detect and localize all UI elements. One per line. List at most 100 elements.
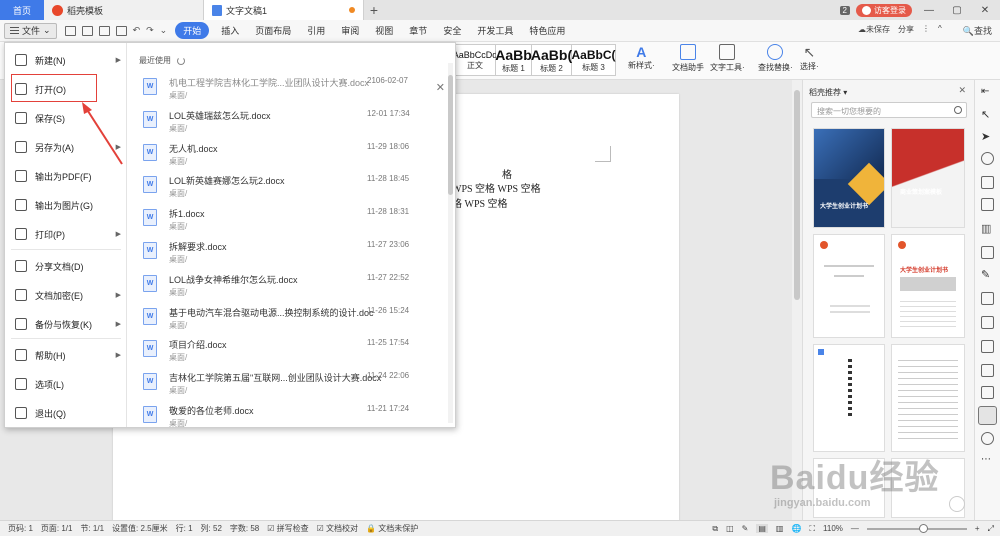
close-icon[interactable]: ✕ [436,81,445,94]
document-icon[interactable] [981,176,994,189]
status-line[interactable]: 行: 1 [176,523,193,534]
style-heading3[interactable]: AaBbC( 标题 3 [572,44,616,76]
brush-icon[interactable]: ✎ [981,268,994,281]
recent-file-item[interactable]: W 项目介绍.docx 桌面/11-25 17:54 [137,335,437,367]
tab-5[interactable]: 视图 [367,24,401,37]
text-tools-button[interactable]: 文字工具· [710,44,745,73]
file-menu-item[interactable]: 文档加密(E) ▶ [5,282,127,308]
tab-3[interactable]: 引用 [299,24,333,37]
recent-file-item[interactable]: W 基于电动汽车混合驱动电源...换控制系统的设计.doc 桌面/11-26 15:… [137,303,437,335]
recent-file-item[interactable]: W LOL战争女神希维尔怎么玩.docx 桌面/11-27 22:52 [137,270,437,302]
tab-docer-store[interactable]: 稻壳模板 [44,0,204,20]
template-card[interactable] [813,344,885,452]
close-window-button[interactable]: ✕ [974,5,996,16]
file-menu-item[interactable]: 帮助(H) ▶ [5,342,127,368]
template-card[interactable]: 商业策划案模板 [891,128,965,228]
template-card[interactable]: 大学生创业计划书 [813,128,885,228]
status-column[interactable]: 列: 52 [201,523,222,534]
close-icon[interactable]: ✕ [958,85,966,96]
view-split-icon[interactable]: ◫ [726,524,734,533]
save-icon[interactable] [64,25,76,36]
table-icon[interactable] [981,364,994,377]
view-outline-icon[interactable]: ⧉ [712,524,718,534]
recent-file-item[interactable]: W 无人机.docx 桌面/11-29 18:06 [137,139,437,171]
search-icon[interactable] [954,106,962,114]
file-menu-item[interactable]: 选项(L) [5,371,127,397]
status-section[interactable]: 节: 1/1 [80,523,104,534]
new-tab-button[interactable]: + [364,0,384,20]
history-icon[interactable] [981,432,994,445]
find-replace-button[interactable]: 查找替换· [758,44,793,73]
chart-icon[interactable]: ▥ [981,222,994,235]
recent-file-item[interactable]: W 机电工程学院吉林化工学院...业团队设计大赛.docx 桌面/2106-02-0… [137,73,437,105]
restore-button[interactable]: ▢ [946,5,968,16]
zoom-in-button[interactable]: + [975,524,980,533]
doc-text-line[interactable]: 格 [502,166,512,181]
template-card[interactable] [813,234,885,338]
share-button[interactable]: 分享 [898,24,914,35]
undo-icon[interactable]: ↶ [133,25,141,36]
list-icon[interactable] [981,340,994,353]
recent-file-item[interactable]: W 敬爱的各位老师.docx 桌面/11-21 17:24 [137,401,437,433]
chevron-down-icon[interactable]: ⌄ [160,25,168,36]
panel-title[interactable]: 稻壳推荐 ▾ [809,87,847,98]
protect-button[interactable]: 🔒 文档未保护 [366,523,418,534]
zoom-out-button[interactable]: — [851,524,859,533]
file-menu-item[interactable]: 输出为图片(G) [5,192,127,218]
location-icon[interactable] [981,152,994,165]
more-icon[interactable]: ⋯ [981,454,994,467]
file-menu-button[interactable]: 文件 ⌄ [4,22,57,39]
file-menu-item[interactable]: 分享文档(D) [5,253,127,279]
image-icon[interactable] [981,292,994,305]
copy-icon[interactable] [981,386,994,399]
grid-icon[interactable] [981,198,994,211]
preview-icon[interactable] [115,25,127,36]
style-heading1[interactable]: AaBb 标题 1 [495,44,532,76]
file-menu-item[interactable]: 打印(P) ▶ [5,221,127,247]
print-icon[interactable] [98,25,110,36]
recent-file-item[interactable]: W 吉林化工学院第五届"互联网...创业团队设计大赛.docx 桌面/11-24 2… [137,368,437,400]
redo-icon[interactable]: ↷ [146,25,154,36]
doc-text-line[interactable]: 格 WPS 空格 [452,195,508,210]
cloud-status[interactable]: ☁未保存 [858,24,890,35]
zoom-level[interactable]: 110% [823,524,843,533]
template-card[interactable]: 大学生创业计划书 [891,234,965,338]
zoom-slider-knob[interactable] [918,523,928,533]
view-page-icon[interactable]: ▤ [756,524,768,533]
file-menu-item[interactable]: 新建(N) ▶ [5,47,127,73]
collapse-panel-icon[interactable]: ⇤ [981,86,994,99]
recommend-search-input[interactable]: 搜索一切您想要的 [811,102,967,118]
view-fullscreen-icon[interactable]: ⛶ [809,524,815,534]
minimize-button[interactable]: — [918,5,940,16]
spellcheck-button[interactable]: ☑ 拼写检查 [267,523,308,534]
tab-home[interactable]: 首页 [0,0,44,20]
export-icon[interactable] [81,25,93,36]
more-icon[interactable]: ⋮ [922,24,930,35]
search-tab[interactable]: 🔍查找 [963,24,992,37]
select-button[interactable]: ↖ 选择· [800,44,819,72]
tab-4[interactable]: 审阅 [333,24,367,37]
tab-document[interactable]: 文字文稿1 [204,0,364,20]
tab-2[interactable]: 页面布局 [247,24,299,37]
tab-6[interactable]: 章节 [401,24,435,37]
refresh-icon[interactable] [177,56,185,65]
window-count-badge[interactable]: 2 [839,5,850,15]
view-edit-icon[interactable]: ✎ [742,524,749,533]
tab-8[interactable]: 开发工具 [469,24,521,37]
file-menu-item[interactable]: 退出(Q) [5,400,127,426]
login-button[interactable]: 访客登录 [856,3,912,17]
recent-file-item[interactable]: W 拆解要求.docx 桌面/11-27 23:06 [137,237,437,269]
doc-assistant-button[interactable]: 文档助手 [672,44,704,73]
zoom-slider[interactable] [866,523,967,533]
layout-icon[interactable] [981,316,994,329]
tab-9[interactable]: 特色应用 [521,24,573,37]
recent-file-item[interactable]: W LOL英雄瑞兹怎么玩.docx 桌面/12-01 17:34 [137,106,437,138]
tab-7[interactable]: 安全 [435,24,469,37]
file-menu-item[interactable]: 备份与恢复(K) ▶ [5,311,127,337]
cursor-icon[interactable]: ↖ [981,108,994,121]
doc-text-line[interactable]: WPS 空格 WPS 空格 [452,180,541,195]
navigate-icon[interactable]: ➤ [981,130,994,143]
settings-icon[interactable] [981,246,994,259]
template-card[interactable] [891,344,965,452]
status-position[interactable]: 设置值: 2.5厘米 [112,523,168,534]
